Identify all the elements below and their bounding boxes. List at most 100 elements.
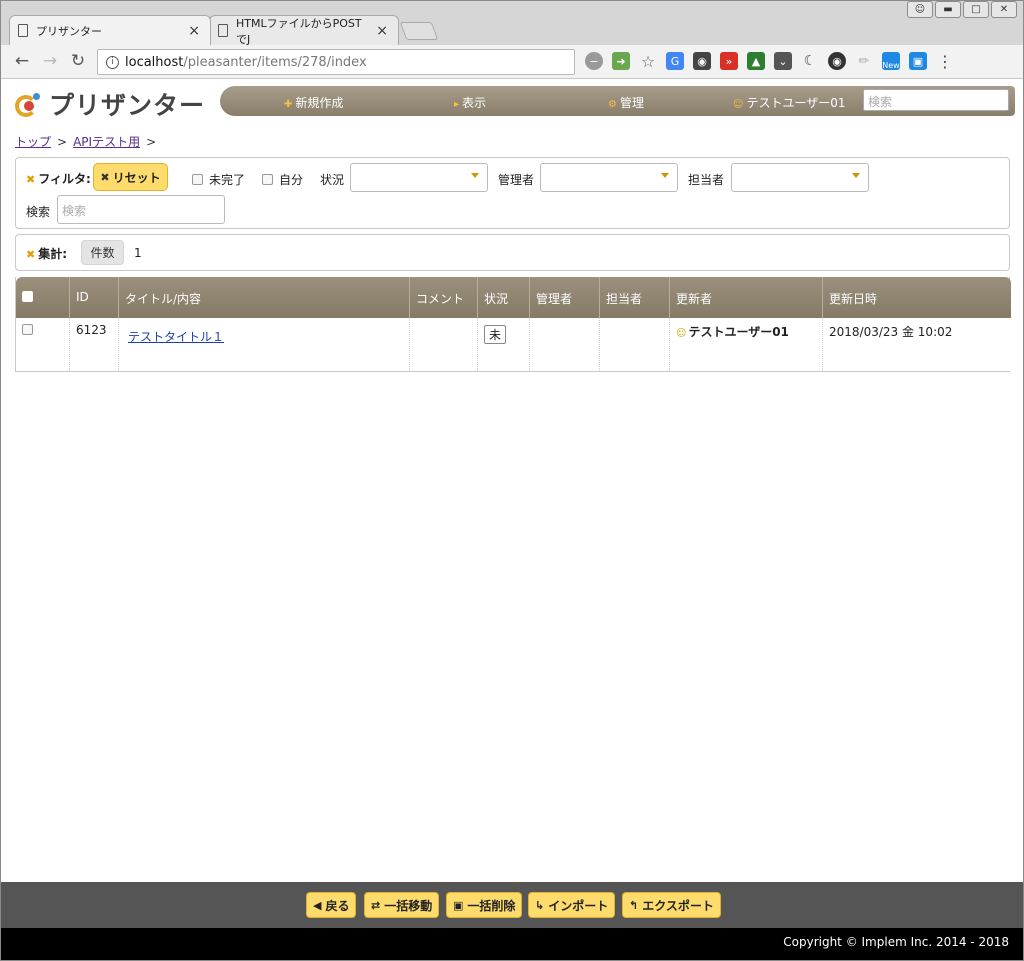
export-button[interactable]: ↰ エクスポート — [622, 892, 721, 918]
usb-icon[interactable]: ▲ — [747, 52, 765, 70]
new-badge: New — [882, 61, 900, 70]
grid-header: ID タイトル/内容 コメント 状況 管理者 担当者 更新者 更新日時 — [16, 277, 1011, 318]
logo-text: プリザンター — [49, 91, 206, 120]
import-button[interactable]: ↳ インポート — [528, 892, 616, 918]
select-all-checkbox-cell[interactable] — [16, 277, 70, 318]
tab-html-post[interactable]: HTMLファイルからPOSTでJ × — [209, 15, 399, 46]
back-button[interactable]: ◀ 戻る — [306, 892, 357, 918]
column-header-updated[interactable]: 更新日時 — [823, 277, 1011, 318]
row-checkbox[interactable] — [22, 324, 33, 335]
back-circle-icon: ◀ — [313, 898, 322, 912]
select-all-checkbox[interactable] — [22, 291, 33, 302]
keyhole-icon[interactable]: ◉ — [693, 52, 711, 70]
user-icon: ☺ — [676, 328, 687, 339]
cell-updated: 2018/03/23 金 10:02 — [829, 325, 953, 339]
bulk-delete-button[interactable]: ▣ 一括削除 — [446, 892, 523, 918]
tab-title: プリザンター — [36, 24, 102, 38]
column-header-updator[interactable]: 更新者 — [670, 277, 823, 318]
pocket-icon[interactable]: ⌄ — [774, 52, 792, 70]
new-tab-button[interactable] — [399, 22, 439, 40]
arrow-ext-icon[interactable]: ➜ — [612, 52, 630, 70]
tab-pleasanter[interactable]: プリザンター × — [9, 15, 211, 45]
window-ext-icon[interactable]: ▣ — [909, 52, 927, 70]
reset-label: リセット — [112, 170, 161, 185]
menu-user[interactable]: ☺ テストユーザー01 — [733, 94, 845, 111]
status-badge: 未 — [484, 325, 507, 344]
menu-new[interactable]: ✚ 新規作成 — [284, 94, 343, 111]
column-header-owner[interactable]: 担当者 — [600, 277, 670, 318]
pen-icon[interactable]: ✏ — [855, 52, 873, 70]
triangle-right-icon: ▸ — [454, 99, 460, 110]
close-x-icon: ✖ — [26, 248, 36, 261]
star-icon[interactable]: ☆ — [639, 52, 657, 71]
translate-icon[interactable]: G — [666, 52, 684, 70]
bulk-delete-label: 一括削除 — [467, 898, 516, 913]
menu-view-label: 表示 — [462, 96, 487, 110]
logo[interactable]: プリザンター — [11, 86, 205, 122]
cell-comment — [410, 318, 478, 371]
export-arrow-icon: ↰ — [629, 898, 639, 912]
checkbox[interactable] — [192, 174, 203, 185]
forward-arrow-icon[interactable]: → — [39, 51, 61, 71]
pocket-red-icon[interactable]: » — [720, 52, 738, 70]
column-header-comment[interactable]: コメント — [410, 277, 478, 318]
bulk-move-button[interactable]: ⇄ 一括移動 — [364, 892, 440, 918]
back-arrow-icon[interactable]: ← — [11, 51, 33, 71]
breadcrumb-site-link[interactable]: APIテスト用 — [73, 135, 140, 149]
trash-icon: ▣ — [453, 898, 464, 912]
filters-title-label: フィルタ: — [38, 172, 91, 186]
address-bar[interactable]: i localhost/pleasanter/items/278/index — [97, 49, 575, 75]
copyright: Copyright © Implem Inc. 2014 - 2018 — [1, 928, 1023, 960]
row-checkbox-cell[interactable] — [16, 318, 70, 371]
column-header-id[interactable]: ID — [70, 277, 119, 318]
column-header-status[interactable]: 状況 — [478, 277, 530, 318]
close-x-icon: ✖ — [100, 170, 110, 184]
window-close-button[interactable]: ✕ — [991, 1, 1017, 18]
cell-manager — [530, 318, 600, 371]
menu-kebab-icon[interactable]: ⋮ — [936, 52, 954, 71]
maximize-button[interactable]: □ — [963, 1, 989, 18]
own-checkbox[interactable]: 自分 — [262, 171, 303, 188]
new-ext-icon[interactable]: New — [882, 52, 900, 70]
close-icon[interactable]: × — [188, 23, 200, 39]
status-select[interactable] — [350, 163, 488, 192]
filters-title[interactable]: ✖ フィルタ: — [26, 170, 91, 187]
breadcrumb-separator: > — [146, 135, 157, 149]
close-icon[interactable]: × — [376, 23, 388, 39]
item-title-link[interactable]: テストタイトル１ — [128, 330, 224, 344]
breadcrumb-top-link[interactable]: トップ — [15, 135, 51, 149]
incomplete-checkbox[interactable]: 未完了 — [192, 171, 245, 188]
browser-window: プリザンター × HTMLファイルからPOSTでJ × ☺ ▬ □ ✕ ← → … — [0, 0, 1024, 961]
minimize-button[interactable]: ▬ — [935, 1, 961, 18]
header-search-input[interactable]: 検索 — [863, 89, 1009, 111]
aggregate-title[interactable]: ✖ 集計: — [26, 245, 67, 262]
count-value: 1 — [134, 246, 142, 260]
table-row[interactable]: 6123 テストタイトル１ 未 ☺ テストユーザー01 2018/03/23 金 … — [16, 318, 1011, 371]
own-label: 自分 — [279, 173, 304, 187]
dash-icon[interactable]: − — [585, 52, 603, 70]
extension-icons: − ➜ ☆ G ◉ » ▲ ⌄ ☾ ◉ ✏ New ▣ ⋮ — [585, 52, 954, 71]
reload-icon[interactable]: ↻ — [67, 51, 89, 71]
info-icon[interactable]: i — [106, 55, 119, 69]
count-button[interactable]: 件数 — [81, 240, 124, 265]
globe-icon[interactable]: ◉ — [828, 52, 846, 70]
menu-view[interactable]: ▸ 表示 — [454, 94, 486, 111]
tab-title: HTMLファイルからPOSTでJ — [236, 16, 362, 46]
column-header-manager[interactable]: 管理者 — [530, 277, 600, 318]
menu-manage[interactable]: ⚙ 管理 — [608, 94, 644, 111]
cell-status: 未 — [478, 318, 530, 371]
checkbox[interactable] — [262, 174, 273, 185]
moon-icon[interactable]: ☾ — [801, 52, 819, 70]
reset-button[interactable]: ✖ リセット — [93, 163, 168, 191]
column-header-title[interactable]: タイトル/内容 — [119, 277, 410, 318]
chevron-down-icon — [471, 173, 479, 178]
url-path: /pleasanter/items/278/index — [183, 54, 367, 70]
manager-select[interactable] — [540, 163, 678, 192]
main-menu: ✚ 新規作成 ▸ 表示 ⚙ 管理 ☺ テストユーザー01 検索 — [220, 86, 1015, 116]
filter-search-input[interactable]: 検索 — [57, 195, 225, 224]
profile-icon[interactable]: ☺ — [907, 1, 933, 18]
filters-panel: ✖ フィルタ: ✖ リセット 未完了 自分 状況 管理者 担当者 検索 検索 — [15, 157, 1010, 229]
bulk-move-label: 一括移動 — [384, 898, 433, 913]
owner-select[interactable] — [731, 163, 869, 192]
window-controls: ☺ ▬ □ ✕ — [907, 1, 1017, 18]
